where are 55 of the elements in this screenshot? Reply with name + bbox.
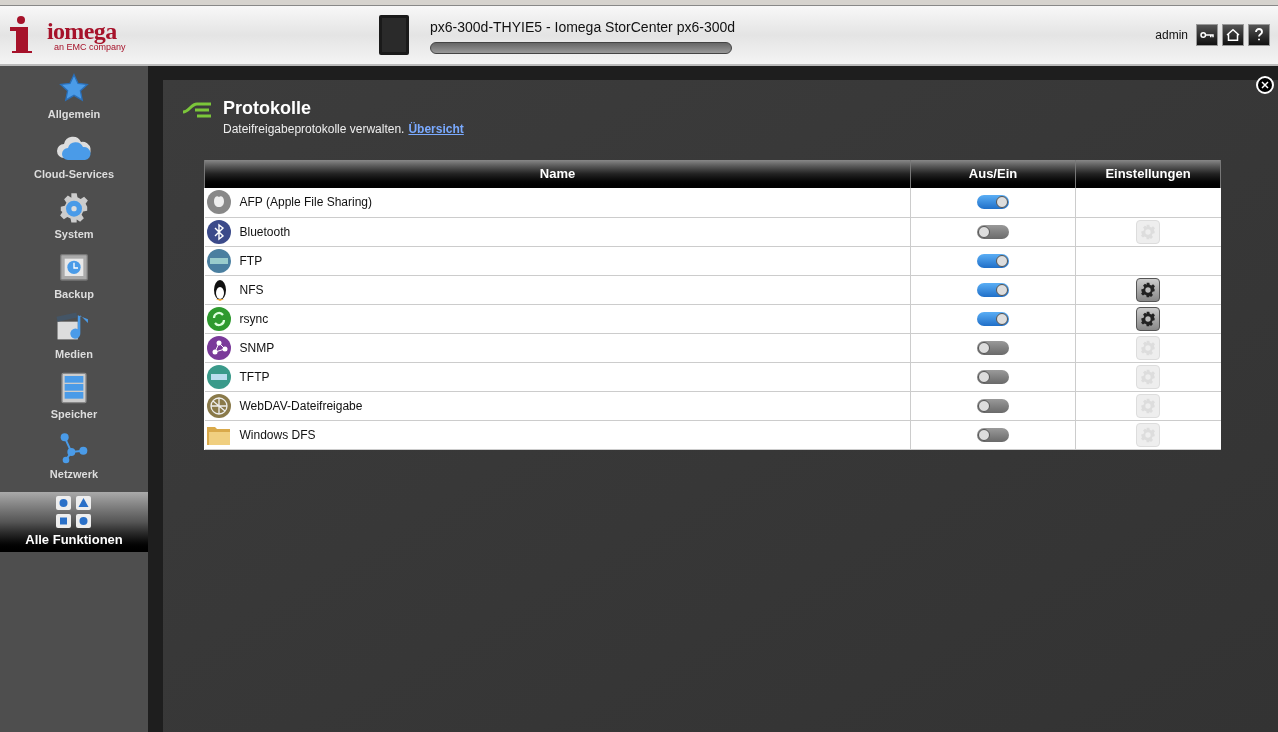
- protocol-name: Bluetooth: [239, 223, 291, 241]
- home-icon: [1224, 26, 1242, 44]
- safe-clock-icon: [58, 252, 90, 284]
- sidebar-item[interactable]: Backup: [0, 252, 148, 312]
- sidebar-item[interactable]: Netzwerk: [0, 432, 148, 492]
- home-button[interactable]: [1222, 24, 1244, 46]
- sidebar-item[interactable]: Speicher: [0, 372, 148, 432]
- column-header: Aus/Ein: [910, 160, 1076, 188]
- protocol-name: Windows DFS: [239, 426, 316, 444]
- protocol-name: WebDAV-Dateifreigabe: [239, 397, 363, 415]
- protocol-name: FTP: [239, 252, 263, 270]
- sidebar-item[interactable]: Allgemein: [0, 72, 148, 132]
- toggle-switch[interactable]: [977, 224, 1009, 239]
- sync-arrows-icon: [205, 305, 232, 332]
- protocol-name: SNMP: [239, 339, 275, 357]
- overview-link[interactable]: Übersicht: [408, 120, 464, 138]
- star-icon: [58, 72, 90, 104]
- page-subtitle: Dateifreigabeprotokolle verwalten.: [223, 121, 405, 138]
- column-header: Einstellungen: [1075, 160, 1221, 188]
- page-title: Protokolle: [223, 97, 312, 120]
- brand-name: iomega: [46, 18, 117, 43]
- toggle-switch[interactable]: [977, 282, 1009, 297]
- protocol-name: NFS: [239, 281, 264, 299]
- help-button[interactable]: [1248, 24, 1270, 46]
- toggle-switch[interactable]: [977, 340, 1009, 355]
- user-name: admin: [1155, 27, 1188, 44]
- sidebar-item[interactable]: Cloud-Services: [0, 132, 148, 192]
- settings-button[interactable]: [1136, 277, 1161, 302]
- settings-icon: [1140, 281, 1157, 298]
- toggle-switch[interactable]: [977, 369, 1009, 384]
- toggle-switch[interactable]: [977, 427, 1009, 442]
- protocol-name: TFTP: [239, 368, 270, 386]
- gear-icon: [58, 192, 90, 224]
- sidebar-item[interactable]: Medien: [0, 312, 148, 372]
- column-header: Name: [204, 160, 911, 188]
- shapes-icon: [54, 494, 94, 530]
- toggle-switch[interactable]: [977, 253, 1009, 268]
- device-title: px6-300d-THYIE5 - Iomega StorCenter px6-300d: [430, 17, 736, 37]
- settings-button[interactable]: [1136, 306, 1161, 331]
- globe-icon: [205, 392, 232, 419]
- toggle-switch[interactable]: [977, 195, 1009, 210]
- nas-device-icon: [378, 14, 410, 56]
- all-functions-button[interactable]: Alle Funktionen: [0, 492, 148, 552]
- sidebar-item[interactable]: System: [0, 192, 148, 252]
- protocol-name: rsync: [239, 310, 269, 328]
- settings-icon: [1140, 310, 1157, 327]
- toggle-switch[interactable]: [977, 311, 1009, 326]
- server-icon: [59, 372, 89, 404]
- network-icon: [58, 432, 90, 464]
- key-button[interactable]: [1196, 24, 1218, 46]
- close-button[interactable]: [1256, 76, 1274, 94]
- toggle-switch[interactable]: [977, 398, 1009, 413]
- close-icon: [1261, 81, 1269, 89]
- protocol-name: AFP (Apple File Sharing): [239, 194, 372, 212]
- logo-icon: [8, 15, 34, 55]
